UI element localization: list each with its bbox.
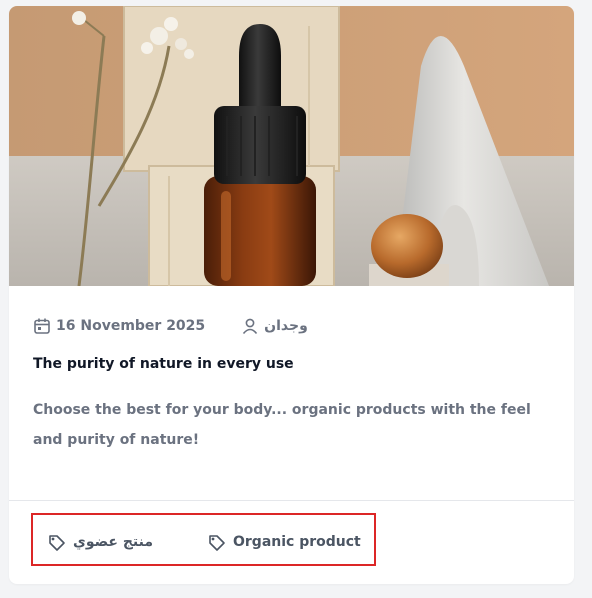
post-author-name[interactable]: وجدان — [264, 318, 308, 334]
blog-post-card[interactable]: 16 November 2025 وجدان The purity of nat… — [9, 6, 574, 584]
post-date-text: 16 November 2025 — [56, 318, 206, 334]
post-thumbnail[interactable] — [9, 6, 574, 286]
post-meta: 16 November 2025 وجدان — [33, 315, 308, 337]
tag-label[interactable]: Organic product — [233, 534, 361, 550]
post-author[interactable]: وجدان — [241, 317, 308, 335]
tag-label[interactable]: منتج عضوي — [73, 534, 153, 550]
user-icon — [241, 317, 259, 335]
tag-organic-product-en[interactable]: Organic product — [207, 532, 361, 552]
calendar-icon — [33, 317, 51, 335]
post-date: 16 November 2025 — [33, 317, 205, 335]
tag-icon — [207, 532, 227, 552]
post-excerpt: Choose the best for your body... organic… — [33, 402, 531, 448]
tag-organic-product-ar[interactable]: منتج عضوي — [47, 532, 153, 552]
card-divider — [9, 500, 574, 501]
post-title[interactable]: The purity of nature in every use — [33, 356, 553, 372]
tag-icon — [47, 532, 67, 552]
